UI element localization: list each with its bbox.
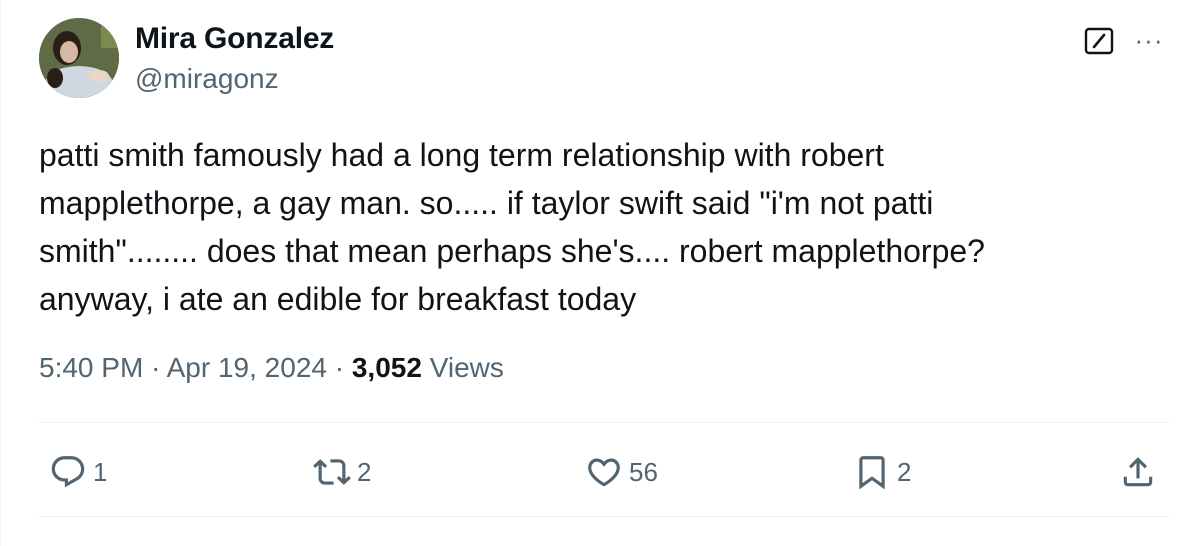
reply-count: 1	[93, 456, 108, 487]
tweet-date[interactable]: Apr 19, 2024	[167, 352, 327, 383]
retweet-button[interactable]: 2	[313, 450, 371, 494]
share-button[interactable]	[1119, 450, 1157, 494]
avatar[interactable]	[39, 18, 119, 98]
grok-button[interactable]	[1083, 26, 1115, 56]
tweet-text: patti smith famously had a long term rel…	[39, 137, 985, 317]
more-icon: ···	[1134, 24, 1164, 55]
more-button[interactable]: ···	[1129, 24, 1169, 56]
retweet-icon	[313, 459, 351, 485]
views-label: Views	[429, 352, 504, 383]
like-count: 56	[629, 456, 658, 487]
like-icon	[588, 458, 620, 487]
grok-icon	[1084, 27, 1114, 55]
meta-separator: ·	[334, 352, 345, 383]
reply-button[interactable]: 1	[49, 450, 107, 494]
divider	[39, 516, 1169, 517]
bookmark-icon	[859, 456, 885, 490]
retweet-count: 2	[357, 456, 372, 487]
views-count: 3,052	[351, 352, 422, 383]
tweet-time[interactable]: 5:40 PM	[39, 352, 143, 383]
avatar-image	[39, 18, 119, 98]
like-button[interactable]: 56	[585, 450, 658, 494]
author-name[interactable]: Mira Gonzalez	[135, 22, 334, 56]
meta-separator: ·	[151, 352, 161, 383]
divider	[39, 422, 1169, 423]
tweet-card: Mira Gonzalez @miragonz ··· patti smith …	[0, 0, 1198, 546]
reply-icon	[51, 456, 85, 488]
share-icon	[1123, 457, 1153, 487]
author-handle[interactable]: @miragonz	[135, 63, 279, 95]
bookmark-count: 2	[897, 456, 912, 487]
tweet-meta: 5:40 PM · Apr 19, 2024 · 3,052 Views	[39, 352, 504, 384]
bookmark-button[interactable]: 2	[853, 450, 911, 494]
